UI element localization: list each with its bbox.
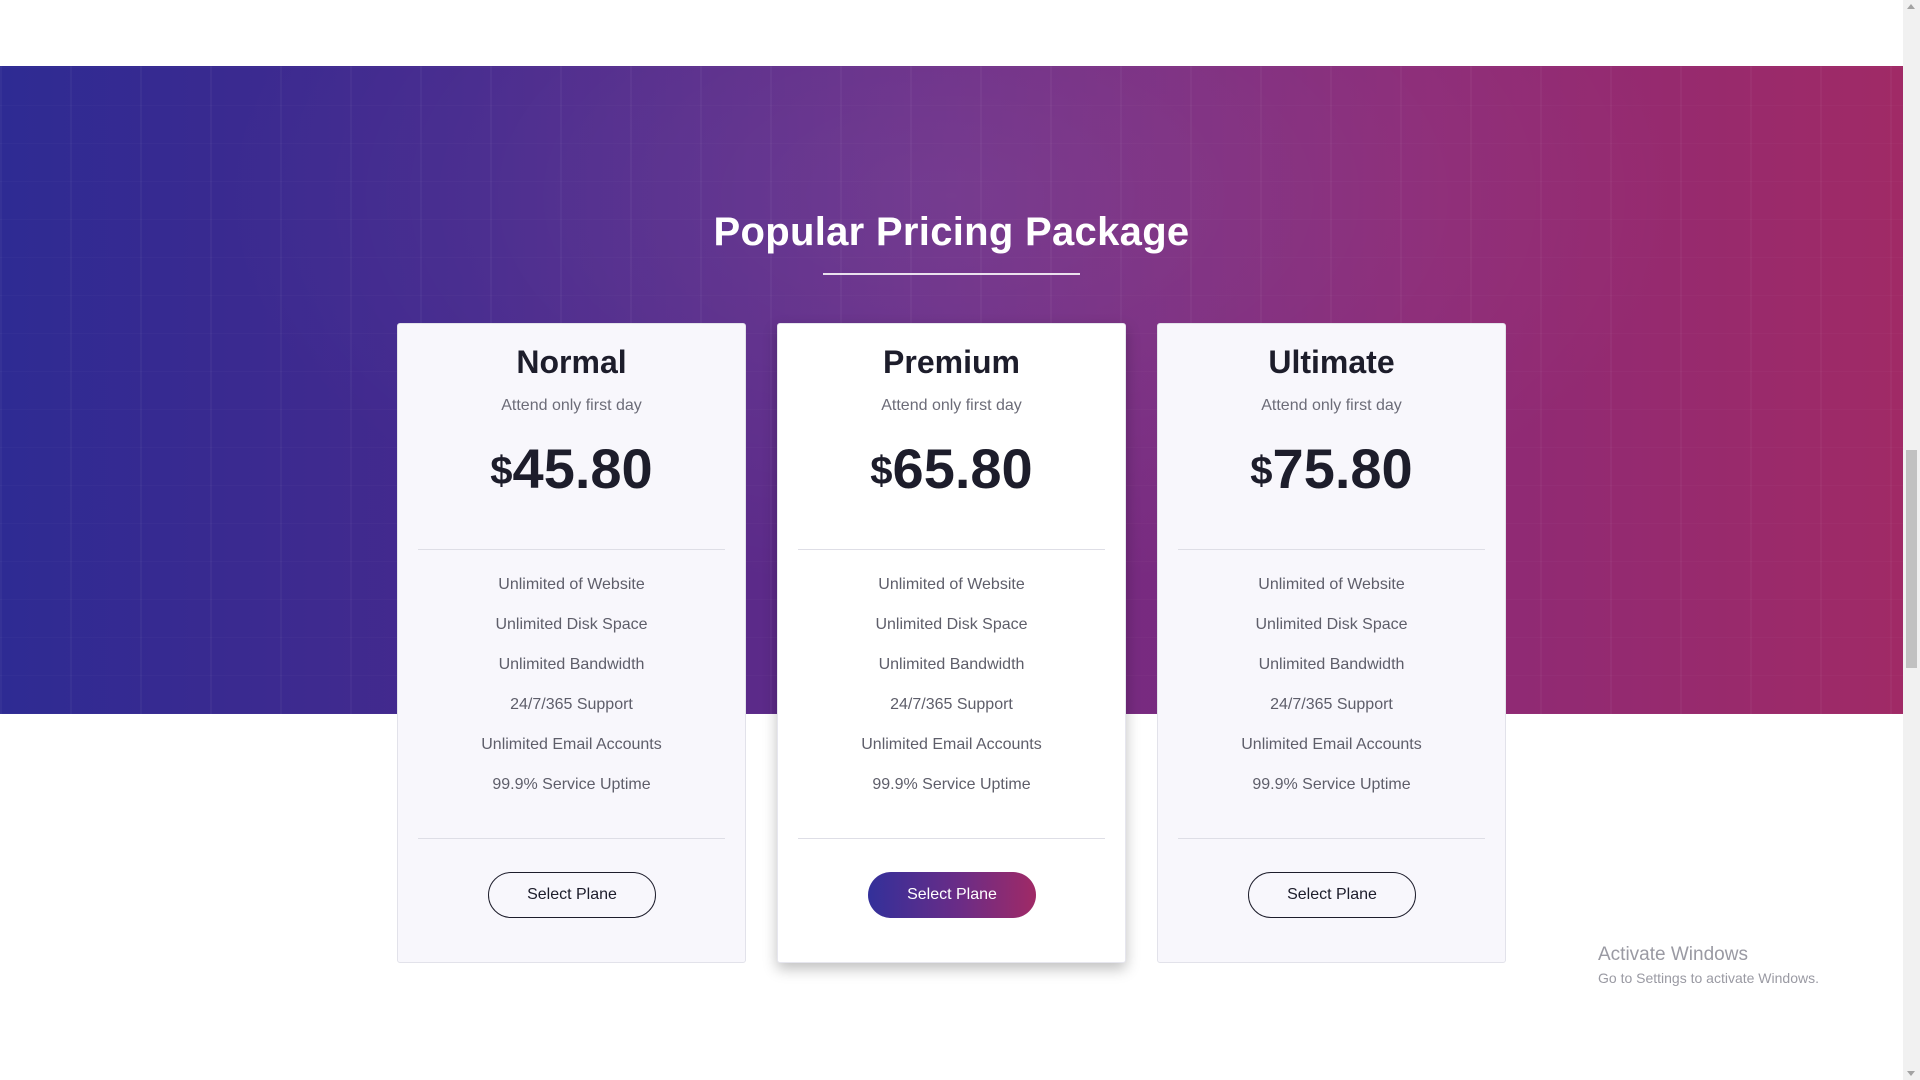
price-amount: 65.80 [892, 437, 1033, 500]
plan-price: $65.80 [778, 436, 1125, 501]
feature-item: Unlimited Disk Space [1255, 616, 1408, 633]
currency-symbol: $ [1250, 449, 1273, 493]
scroll-down-arrow-icon[interactable] [1907, 1071, 1915, 1076]
plan-subtitle: Attend only first day [501, 397, 642, 414]
divider [798, 838, 1105, 839]
pricing-card-ultimate: Ultimate Attend only first day $75.80 Un… [1157, 323, 1506, 963]
pricing-cards: Normal Attend only first day $45.80 Unli… [397, 323, 1507, 963]
plan-price: $75.80 [1158, 436, 1505, 501]
price-amount: 45.80 [512, 437, 653, 500]
watermark-title: Activate Windows [1598, 944, 1748, 965]
feature-item: Unlimited of Website [878, 576, 1025, 593]
feature-item: Unlimited Bandwidth [498, 656, 645, 673]
feature-item: 24/7/365 Support [890, 696, 1013, 713]
feature-item: Unlimited Bandwidth [878, 656, 1025, 673]
plan-name: Ultimate [1268, 344, 1395, 380]
scrollbar-thumb[interactable] [1906, 450, 1917, 668]
pricing-card-premium: Premium Attend only first day $65.80 Unl… [777, 323, 1126, 963]
divider [418, 838, 725, 839]
title-underline [823, 273, 1080, 275]
activate-windows-watermark: Activate Windows Go to Settings to activ… [1598, 944, 1819, 986]
feature-item: 99.9% Service Uptime [1252, 776, 1411, 793]
divider [1178, 549, 1485, 550]
feature-item: Unlimited Disk Space [875, 616, 1028, 633]
plan-name: Normal [516, 344, 627, 380]
plan-subtitle: Attend only first day [881, 397, 1022, 414]
feature-item: 99.9% Service Uptime [872, 776, 1031, 793]
feature-item: Unlimited Email Accounts [1241, 736, 1422, 753]
feature-item: Unlimited of Website [498, 576, 645, 593]
feature-list: Unlimited of Website Unlimited Disk Spac… [398, 565, 745, 805]
divider [798, 549, 1105, 550]
currency-symbol: $ [490, 449, 513, 493]
feature-item: 24/7/365 Support [510, 696, 633, 713]
pricing-card-normal: Normal Attend only first day $45.80 Unli… [397, 323, 746, 963]
currency-symbol: $ [870, 449, 893, 493]
page: Popular Pricing Package Normal Attend on… [0, 0, 1920, 1080]
divider [418, 549, 725, 550]
divider [1178, 838, 1485, 839]
plan-price: $45.80 [398, 436, 745, 501]
feature-item: Unlimited Disk Space [495, 616, 648, 633]
feature-list: Unlimited of Website Unlimited Disk Spac… [778, 565, 1125, 805]
feature-item: Unlimited Email Accounts [481, 736, 662, 753]
plan-subtitle: Attend only first day [1261, 397, 1402, 414]
feature-item: Unlimited Email Accounts [861, 736, 1042, 753]
feature-item: Unlimited of Website [1258, 576, 1405, 593]
section-title: Popular Pricing Package [713, 210, 1190, 254]
feature-list: Unlimited of Website Unlimited Disk Spac… [1158, 565, 1505, 805]
scroll-up-arrow-icon[interactable] [1907, 4, 1915, 9]
feature-item: 99.9% Service Uptime [492, 776, 651, 793]
vertical-scrollbar[interactable] [1903, 0, 1920, 1080]
watermark-subtitle: Go to Settings to activate Windows. [1598, 970, 1819, 986]
select-plan-button-ultimate[interactable]: Select Plane [1248, 872, 1416, 918]
plan-name: Premium [883, 344, 1020, 380]
select-plan-button-premium[interactable]: Select Plane [868, 872, 1036, 918]
select-plan-button-normal[interactable]: Select Plane [488, 872, 656, 918]
feature-item: 24/7/365 Support [1270, 696, 1393, 713]
feature-item: Unlimited Bandwidth [1258, 656, 1405, 673]
price-amount: 75.80 [1272, 437, 1413, 500]
